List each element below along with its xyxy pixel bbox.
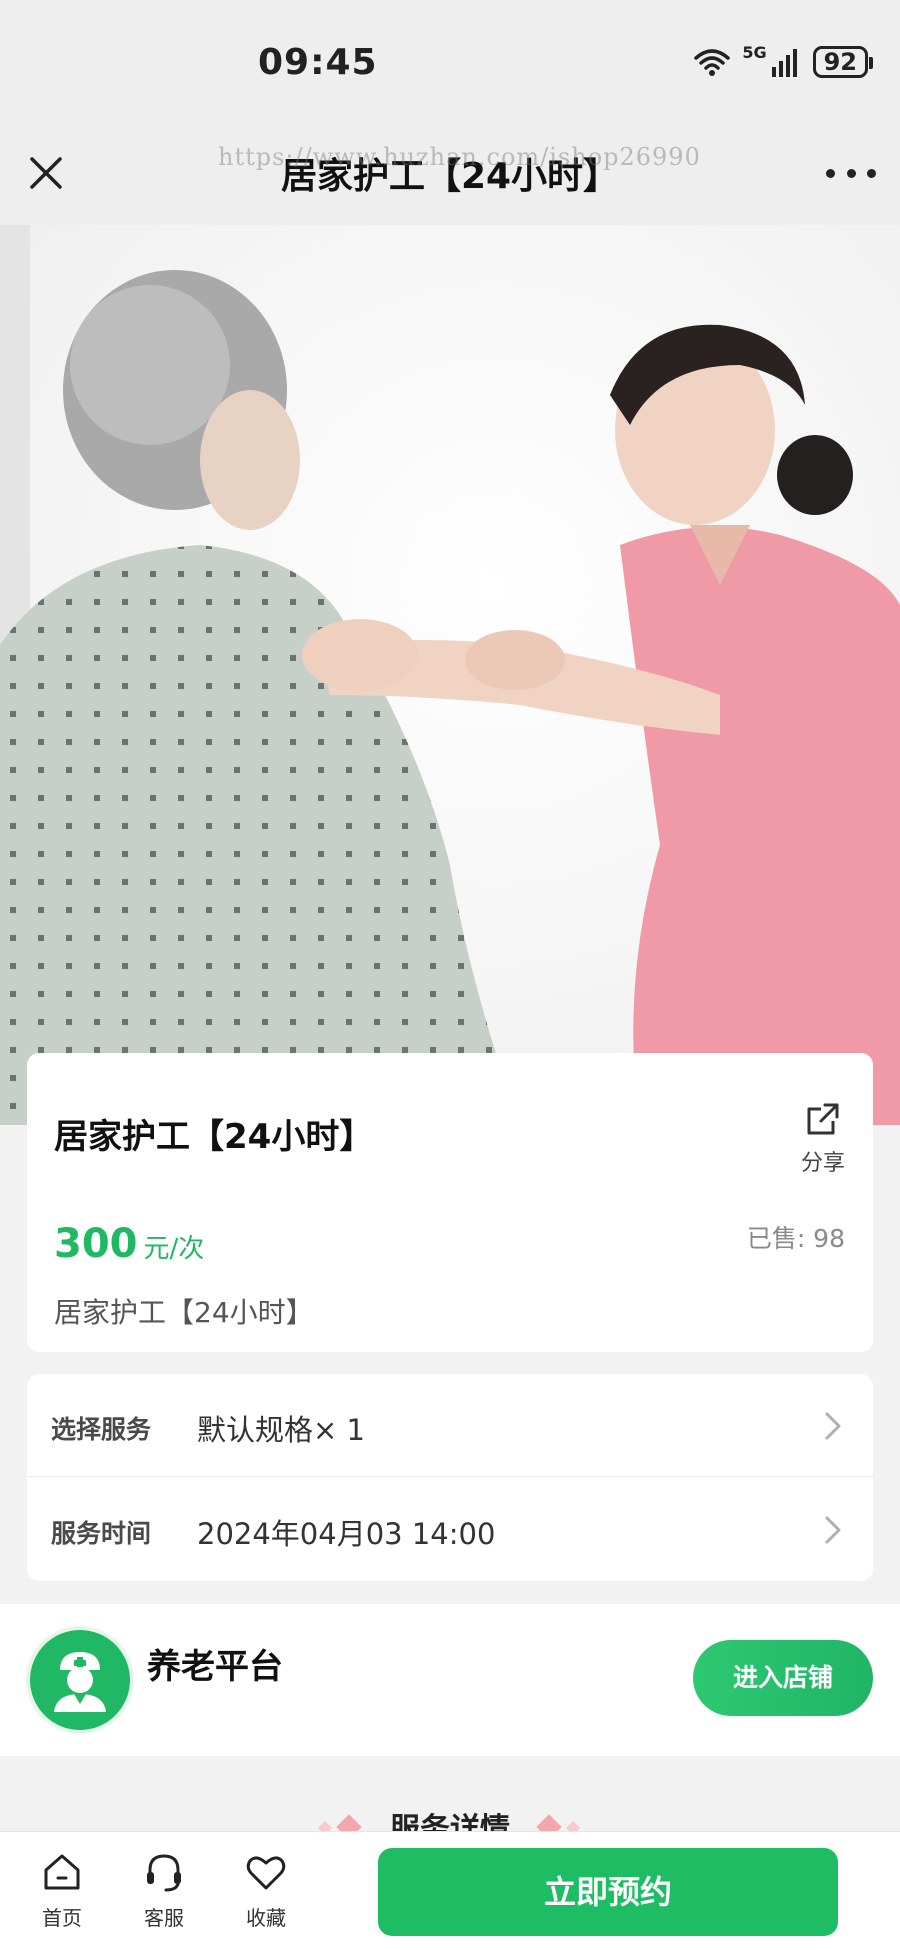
product-info-card: 居家护工【24小时】 分享 300 元/次 已售: 98 居家护工【24小时】 (27, 1053, 873, 1352)
service-detail-header: 服务详情 (0, 1776, 900, 1847)
status-time: 09:45 (258, 42, 378, 83)
signal-icon (771, 49, 797, 77)
tab-home[interactable]: 首页 (22, 1850, 102, 1931)
headset-icon (147, 1854, 181, 1892)
price-value: 300 (54, 1221, 138, 1267)
home-icon (44, 1854, 80, 1890)
tab-favorite[interactable]: 收藏 (226, 1850, 306, 1931)
status-bar: 09:45 5G 92 (0, 0, 900, 125)
bottom-action-bar: 首页 客服 收藏 立即预约 (0, 1831, 900, 1950)
product-description: 居家护工【24小时】 (54, 1296, 314, 1329)
wifi-icon (694, 49, 731, 76)
option-label: 选择服务 (51, 1415, 152, 1444)
product-title: 居家护工【24小时】 (54, 1117, 374, 1157)
select-service-row[interactable]: 选择服务 默认规格× 1 (27, 1374, 873, 1477)
nurse-icon (54, 1652, 106, 1712)
price-unit: 元/次 (143, 1234, 205, 1264)
share-icon (807, 1103, 839, 1135)
watermark-text: https://www.huzhan.com/ishop26990 (218, 143, 701, 171)
tab-label: 客服 (144, 1906, 184, 1930)
options-card: 选择服务 默认规格× 1 服务时间 2024年04月03 14:00 (27, 1374, 873, 1581)
more-options-button[interactable] (826, 155, 876, 191)
option-value: 默认规格× 1 (197, 1413, 365, 1447)
option-label: 服务时间 (51, 1519, 152, 1548)
share-button[interactable]: 分享 (795, 1099, 851, 1177)
battery-indicator: 92 (812, 46, 874, 78)
tab-label: 首页 (42, 1906, 82, 1930)
store-section: 养老平台 进入店铺 (0, 1604, 900, 1756)
chevron-right-icon (825, 1516, 841, 1544)
price: 300 元/次 (54, 1221, 204, 1267)
more-dot (867, 168, 876, 178)
network-label: 5G (742, 42, 767, 62)
tab-customer-service[interactable]: 客服 (124, 1850, 204, 1931)
product-hero-image (0, 225, 900, 1125)
enter-store-button[interactable]: 进入店铺 (693, 1640, 873, 1716)
chevron-right-icon (825, 1412, 841, 1440)
option-value: 2024年04月03 14:00 (197, 1517, 496, 1551)
service-time-row[interactable]: 服务时间 2024年04月03 14:00 (27, 1478, 873, 1581)
heart-icon (246, 1856, 286, 1890)
share-label: 分享 (800, 1151, 845, 1176)
store-avatar (30, 1630, 130, 1730)
nav-bar: 居家护工【24小时】 https://www.huzhan.com/ishop2… (0, 125, 900, 225)
tab-label: 收藏 (246, 1906, 286, 1930)
more-dot (826, 168, 835, 178)
book-now-button[interactable]: 立即预约 (378, 1848, 838, 1936)
status-icons: 5G 92 (694, 42, 874, 78)
store-name: 养老平台 (147, 1647, 283, 1687)
more-dot (846, 168, 856, 178)
sold-count: 已售: 98 (746, 1224, 845, 1253)
